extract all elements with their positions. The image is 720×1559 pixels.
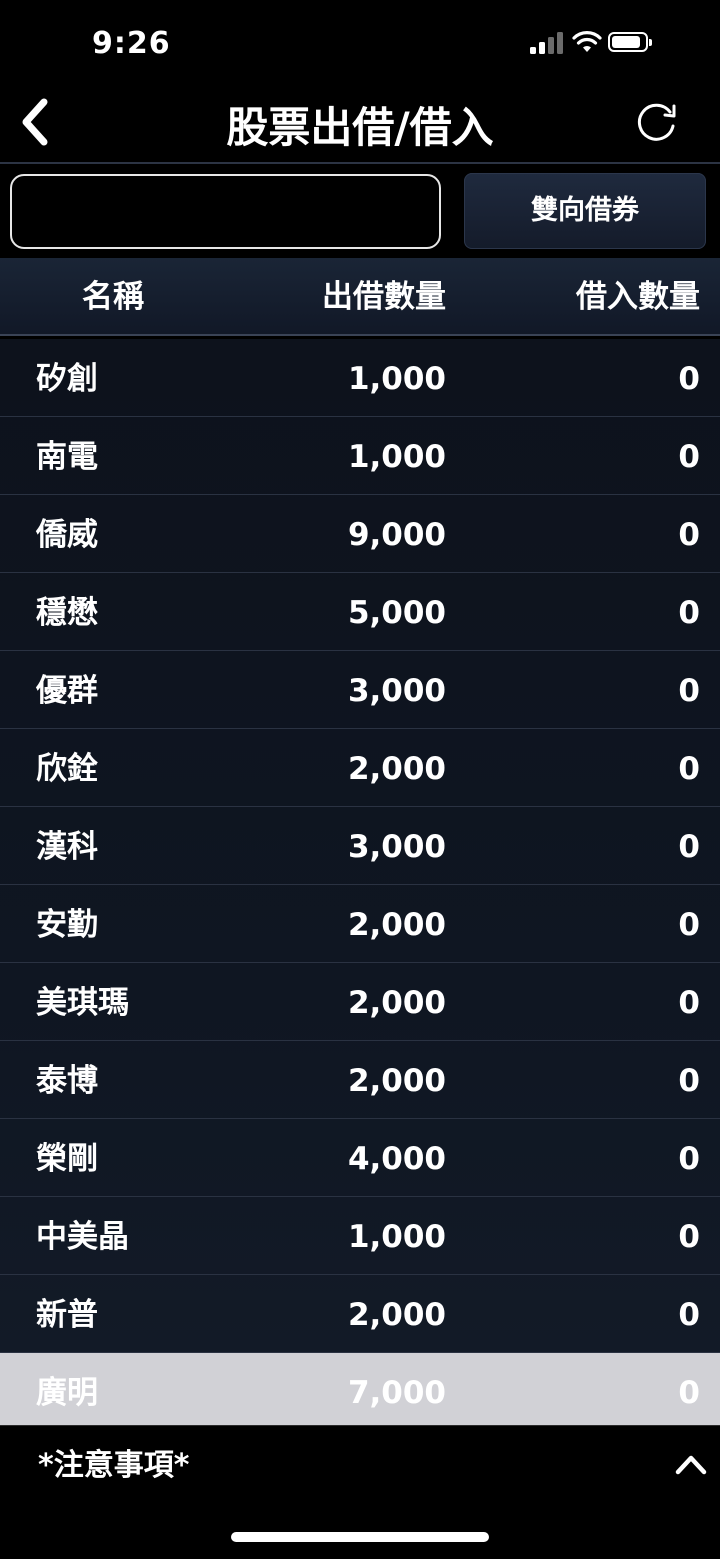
cellular-signal-icon: [530, 32, 566, 54]
borrow-quantity: 0: [678, 1375, 700, 1411]
borrow-quantity: 0: [678, 1297, 700, 1333]
battery-icon: [608, 32, 652, 52]
stock-name: 矽創: [36, 361, 98, 397]
lend-quantity: 2,000: [347, 1297, 446, 1333]
table-header: 名稱 出借數量 借入數量: [0, 258, 720, 336]
table-row[interactable]: 南電 1,000 0: [0, 417, 720, 495]
table-row[interactable]: 美琪瑪 2,000 0: [0, 963, 720, 1041]
lend-quantity: 2,000: [347, 985, 446, 1021]
lend-quantity: 3,000: [347, 673, 446, 709]
borrow-quantity: 0: [678, 595, 700, 631]
borrow-quantity: 0: [678, 1141, 700, 1177]
page-title: 股票出借/借入: [226, 103, 494, 152]
stock-name: 廣明: [36, 1375, 98, 1411]
notice-label: *注意事項*: [38, 1448, 190, 1483]
borrow-quantity: 0: [678, 439, 700, 475]
stock-name: 漢科: [36, 829, 98, 865]
table-row[interactable]: 中美晶 1,000 0: [0, 1197, 720, 1275]
lend-quantity: 1,000: [347, 439, 446, 475]
table-row[interactable]: 漢科 3,000 0: [0, 807, 720, 885]
column-header-lend-quantity[interactable]: 出借數量: [322, 258, 446, 334]
table-row-selected[interactable]: 廣明 7,000 0: [0, 1353, 720, 1425]
table-row[interactable]: 安勤 2,000 0: [0, 885, 720, 963]
borrow-quantity: 0: [678, 361, 700, 397]
stock-name: 泰博: [36, 1063, 98, 1099]
borrow-quantity: 0: [678, 985, 700, 1021]
navigation-bar: 股票出借/借入: [0, 88, 720, 164]
lend-quantity: 9,000: [347, 517, 446, 553]
table-row[interactable]: 穩懋 5,000 0: [0, 573, 720, 651]
lend-quantity: 2,000: [347, 751, 446, 787]
app-screen: 9:26 股票出借/借入 雙向借券 名稱 出借數量 借入數量 矽創 1,000 …: [0, 0, 720, 1559]
lend-quantity: 2,000: [347, 907, 446, 943]
borrow-quantity: 0: [678, 1063, 700, 1099]
stock-name: 美琪瑪: [36, 985, 129, 1021]
table-row[interactable]: 欣銓 2,000 0: [0, 729, 720, 807]
lend-quantity: 4,000: [347, 1141, 446, 1177]
account-value: [50, 184, 410, 240]
stock-name: 僑威: [36, 517, 98, 553]
borrow-quantity: 0: [678, 673, 700, 709]
borrow-quantity: 0: [678, 1219, 700, 1255]
lend-quantity: 5,000: [347, 595, 446, 631]
stock-name: 中美晶: [36, 1219, 129, 1255]
stock-name: 欣銓: [36, 751, 98, 787]
account-input[interactable]: [10, 174, 441, 249]
status-time: 9:26: [92, 26, 171, 61]
account-row: 雙向借券: [0, 164, 720, 258]
notice-bar[interactable]: *注意事項*: [0, 1425, 720, 1504]
refresh-icon[interactable]: [630, 98, 682, 146]
dual-lend-button[interactable]: 雙向借券: [464, 173, 706, 249]
wifi-icon: [572, 31, 602, 52]
borrow-quantity: 0: [678, 751, 700, 787]
column-header-borrow-quantity[interactable]: 借入數量: [576, 258, 700, 334]
stock-name: 榮剛: [36, 1141, 98, 1177]
column-header-name[interactable]: 名稱: [82, 258, 144, 334]
home-indicator[interactable]: [231, 1532, 489, 1542]
stock-name: 優群: [36, 673, 98, 709]
borrow-quantity: 0: [678, 517, 700, 553]
lend-quantity: 7,000: [347, 1375, 446, 1411]
table-row[interactable]: 優群 3,000 0: [0, 651, 720, 729]
stock-list: 矽創 1,000 0 南電 1,000 0 僑威 9,000 0 穩懋 5,00…: [0, 339, 720, 1425]
lend-quantity: 2,000: [347, 1063, 446, 1099]
stock-name: 安勤: [36, 907, 98, 943]
table-row[interactable]: 矽創 1,000 0: [0, 339, 720, 417]
table-row[interactable]: 泰博 2,000 0: [0, 1041, 720, 1119]
lend-quantity: 1,000: [347, 361, 446, 397]
lend-quantity: 1,000: [347, 1219, 446, 1255]
borrow-quantity: 0: [678, 829, 700, 865]
lend-quantity: 3,000: [347, 829, 446, 865]
stock-name: 新普: [36, 1297, 98, 1333]
stock-name: 穩懋: [36, 595, 98, 631]
table-row[interactable]: 榮剛 4,000 0: [0, 1119, 720, 1197]
table-row[interactable]: 新普 2,000 0: [0, 1275, 720, 1353]
status-bar: 9:26: [0, 0, 720, 88]
table-row[interactable]: 僑威 9,000 0: [0, 495, 720, 573]
chevron-up-icon[interactable]: [674, 1450, 708, 1478]
borrow-quantity: 0: [678, 907, 700, 943]
stock-name: 南電: [36, 439, 98, 475]
